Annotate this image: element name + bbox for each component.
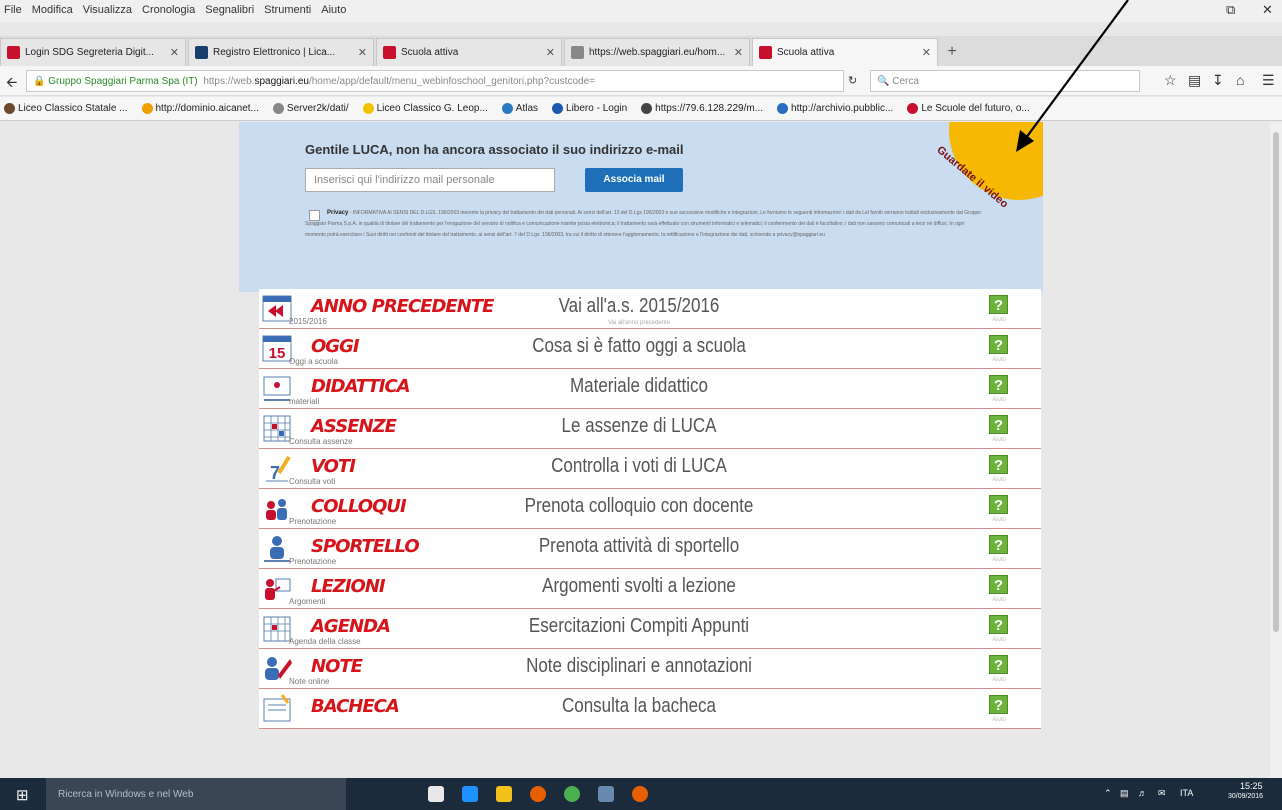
arrow-head: [1016, 130, 1034, 152]
tray-chevron-icon[interactable]: ⌃: [1104, 788, 1112, 799]
app-window-icon[interactable]: [598, 786, 614, 802]
taskbar-search[interactable]: Ricerca in Windows e nel Web: [46, 778, 346, 810]
clock-date[interactable]: 30/09/2016: [1228, 793, 1263, 800]
file-explorer-icon[interactable]: [496, 786, 512, 802]
notification-icon[interactable]: ✉: [1158, 788, 1166, 799]
firefox-icon[interactable]: [530, 786, 546, 802]
firefox-secondary-icon[interactable]: [632, 786, 648, 802]
windows-taskbar: ⊞ Ricerca in Windows e nel Web ⌃ ▤ ♬ ✉ I…: [0, 778, 1282, 810]
clock-time[interactable]: 15:25: [1240, 781, 1263, 791]
language-indicator[interactable]: ITA: [1180, 788, 1193, 798]
windows-start-icon[interactable]: ⊞: [16, 786, 29, 804]
store-app-icon[interactable]: [428, 786, 444, 802]
chrome-icon[interactable]: [564, 786, 580, 802]
network-icon[interactable]: ▤: [1120, 788, 1129, 799]
arrow-line: [1019, 0, 1129, 147]
annotation-arrow: [1016, 0, 1129, 152]
volume-icon[interactable]: ♬: [1138, 788, 1147, 798]
edge-browser-icon[interactable]: [462, 786, 478, 802]
